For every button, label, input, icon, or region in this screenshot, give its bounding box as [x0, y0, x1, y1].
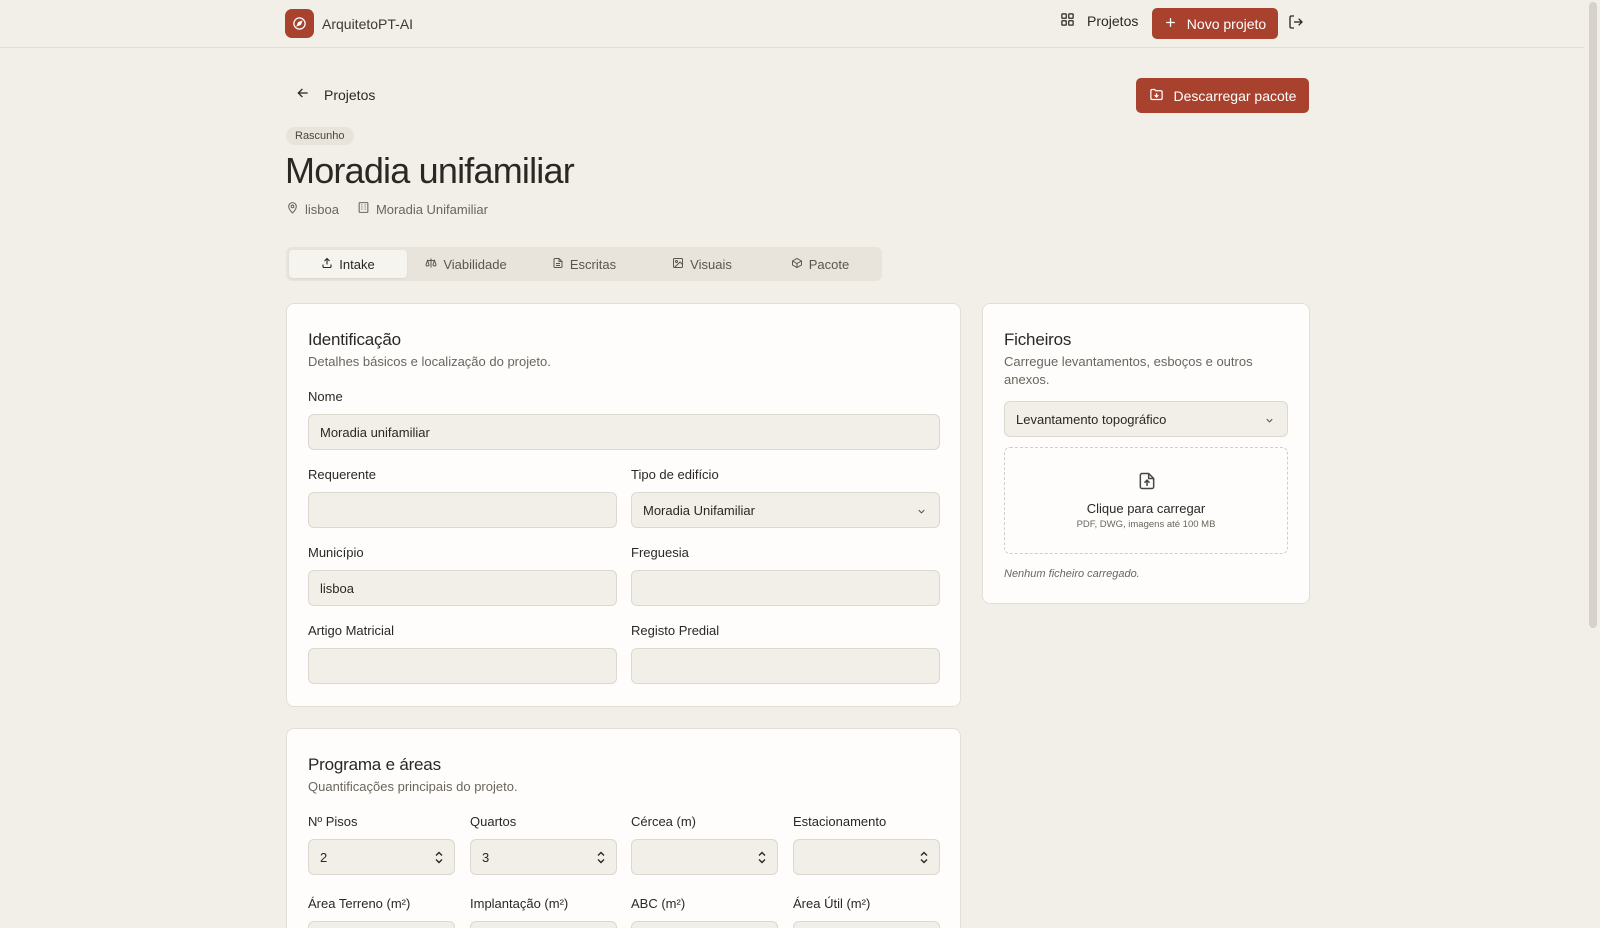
scrollbar-thumb[interactable] — [1589, 2, 1597, 628]
tab-viabilidade[interactable]: Viabilidade — [407, 250, 525, 278]
quartos-label: Quartos — [470, 814, 517, 829]
tab-label: Pacote — [808, 256, 850, 272]
card-description: Quantificações principais do projeto. — [308, 779, 518, 794]
nav-projects-link[interactable]: Projetos — [1060, 12, 1138, 30]
grid-icon — [1060, 12, 1075, 30]
tab-intake[interactable]: Intake — [289, 250, 407, 278]
area-terreno-label: Área Terreno (m²) — [308, 896, 411, 911]
building-type-meta: Moradia Unifamiliar — [357, 201, 488, 217]
artigo-matricial-field[interactable] — [308, 648, 617, 684]
page-title: Moradia unifamiliar — [285, 150, 575, 191]
area-util-field[interactable] — [793, 921, 940, 928]
file-upload-icon — [1137, 470, 1157, 497]
map-pin-icon — [286, 201, 299, 217]
card-title: Ficheiros — [1004, 330, 1072, 349]
cercea-field[interactable] — [631, 839, 778, 875]
freguesia-field[interactable] — [631, 570, 940, 606]
card-title: Identificação — [308, 330, 401, 349]
upload-title: Clique para carregar — [1086, 501, 1206, 516]
top-bar: ArquitetoPT-AI Projetos Novo projeto — [0, 0, 1584, 48]
tab-label: Visuais — [690, 256, 732, 272]
identification-card: Identificação Detalhes básicos e localiz… — [286, 303, 961, 707]
pisos-label: Nº Pisos — [308, 814, 358, 829]
location-meta: lisboa — [286, 201, 339, 217]
tab-pacote[interactable]: Pacote — [761, 250, 879, 278]
estacionamento-label: Estacionamento — [793, 814, 887, 829]
freguesia-label: Freguesia — [631, 545, 689, 560]
compass-icon — [285, 9, 314, 38]
card-title: Programa e áreas — [308, 755, 441, 774]
municipio-field[interactable]: lisboa — [308, 570, 617, 606]
nome-label: Nome — [308, 389, 343, 404]
chevron-down-icon — [916, 505, 927, 520]
requerente-field[interactable] — [308, 492, 617, 528]
program-card: Programa e áreas Quantificações principa… — [286, 728, 961, 928]
nome-field[interactable]: Moradia unifamiliar — [308, 414, 940, 450]
new-project-label: Novo projeto — [1186, 15, 1267, 32]
download-package-label: Descarregar pacote — [1173, 87, 1297, 104]
upload-icon — [321, 257, 333, 272]
file-type-value: Levantamento topográfico — [1016, 411, 1167, 427]
pisos-value: 2 — [320, 849, 328, 865]
files-card: Ficheiros Carregue levantamentos, esboço… — [982, 303, 1310, 604]
project-meta: lisboa Moradia Unifamiliar — [286, 201, 488, 217]
file-type-select[interactable]: Levantamento topográfico — [1004, 401, 1288, 437]
scrollbar[interactable] — [1584, 0, 1600, 928]
tipo-edificio-value: Moradia Unifamiliar — [643, 502, 755, 518]
building-icon — [357, 201, 370, 217]
tipo-edificio-label: Tipo de edifício — [631, 467, 719, 482]
quartos-field[interactable]: 3 — [470, 839, 617, 875]
no-files-text: Nenhum ficheiro carregado. — [1004, 568, 1140, 580]
back-to-projects-link[interactable]: Projetos — [296, 86, 375, 103]
implantacao-label: Implantação (m²) — [470, 896, 569, 911]
artigo-matricial-label: Artigo Matricial — [308, 623, 394, 638]
tipo-edificio-select[interactable]: Moradia Unifamiliar — [631, 492, 940, 528]
requerente-label: Requerente — [308, 467, 376, 482]
abc-field[interactable] — [631, 921, 778, 928]
stepper-icon[interactable] — [435, 851, 443, 867]
tab-label: Viabilidade — [443, 256, 507, 272]
cercea-label: Cércea (m) — [631, 814, 697, 829]
document-icon — [552, 257, 564, 272]
chevron-down-icon — [1264, 414, 1275, 429]
upload-hint: PDF, DWG, imagens até 100 MB — [1076, 519, 1216, 530]
stepper-icon[interactable] — [597, 851, 605, 867]
nav-projects-label: Projetos — [1087, 13, 1139, 29]
logout-icon[interactable] — [1288, 14, 1306, 32]
abc-label: ABC (m²) — [631, 896, 686, 911]
area-terreno-field[interactable] — [308, 921, 455, 928]
folder-download-icon — [1149, 87, 1164, 105]
registo-predial-label: Registo Predial — [631, 623, 720, 638]
back-label: Projetos — [324, 86, 376, 103]
tab-label: Intake — [339, 256, 375, 272]
location-text: lisboa — [305, 201, 339, 217]
package-icon — [791, 257, 803, 272]
municipio-label: Município — [308, 545, 364, 560]
image-icon — [672, 257, 684, 272]
tab-label: Escritas — [569, 256, 617, 272]
card-description: Carregue levantamentos, esboços e outros… — [1004, 354, 1253, 387]
card-description: Detalhes básicos e localização do projet… — [308, 354, 551, 369]
scale-icon — [425, 257, 437, 272]
registo-predial-field[interactable] — [631, 648, 940, 684]
tab-escritas[interactable]: Escritas — [525, 250, 643, 278]
estacionamento-field[interactable] — [793, 839, 940, 875]
arrow-left-icon — [296, 86, 310, 103]
area-util-label: Área Útil (m²) — [793, 896, 871, 911]
app-name: ArquitetoPT-AI — [322, 15, 414, 32]
pisos-field[interactable]: 2 — [308, 839, 455, 875]
status-badge: Rascunho — [286, 127, 354, 145]
download-package-button[interactable]: Descarregar pacote — [1136, 78, 1309, 113]
tab-visuais[interactable]: Visuais — [643, 250, 761, 278]
upload-dropzone[interactable]: Clique para carregar PDF, DWG, imagens a… — [1004, 447, 1288, 554]
building-type-text: Moradia Unifamiliar — [375, 201, 488, 217]
new-project-button[interactable]: Novo projeto — [1152, 8, 1278, 39]
brand[interactable]: ArquitetoPT-AI — [285, 9, 413, 38]
implantacao-field[interactable] — [470, 921, 617, 928]
quartos-value: 3 — [482, 849, 490, 865]
stepper-icon[interactable] — [920, 851, 928, 867]
project-tabs: Intake Viabilidade Escritas Visuais Paco… — [286, 247, 882, 281]
plus-icon — [1164, 16, 1177, 32]
stepper-icon[interactable] — [758, 851, 766, 867]
